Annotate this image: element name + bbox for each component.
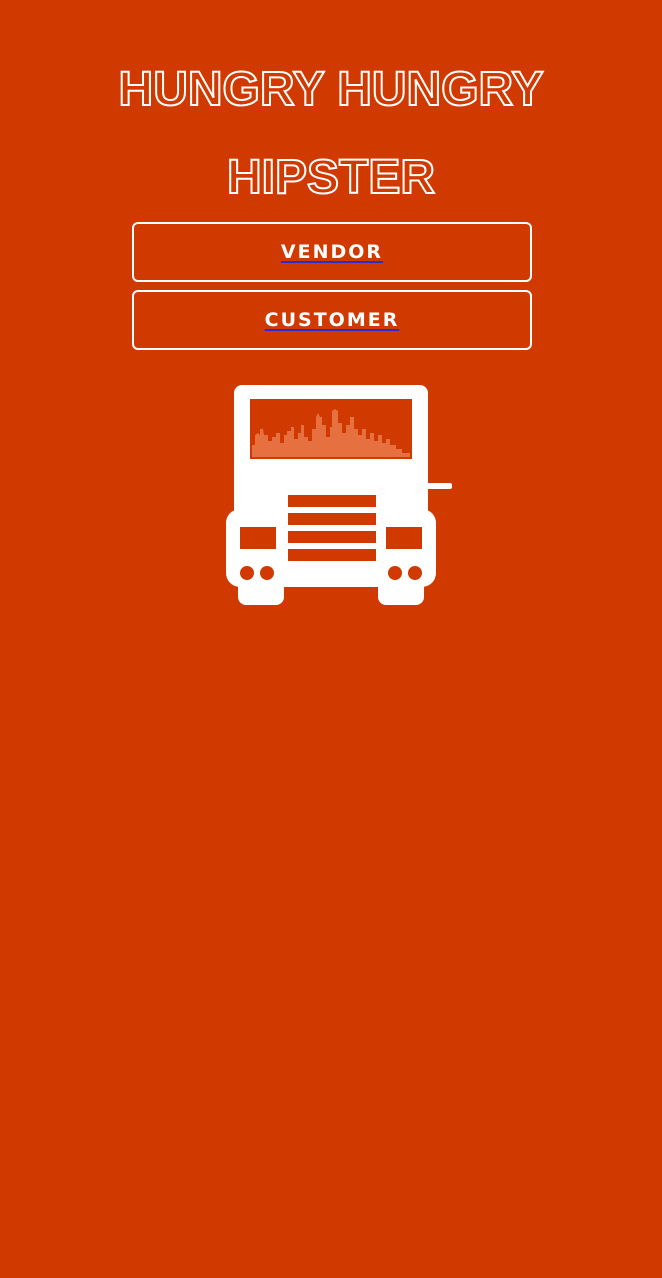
app-title: HUNGRY HUNGRY HIPSTER [0,46,662,222]
food-truck-icon [226,385,452,605]
app-title-line2: HIPSTER [226,150,436,205]
vendor-button-label: VENDOR [280,241,384,263]
customer-button-label: CUSTOMER [264,309,400,331]
app-title-line1: HUNGRY HUNGRY [118,62,545,117]
vendor-button[interactable]: VENDOR [132,222,532,282]
landing-page: HUNGRY HUNGRY HIPSTER VENDOR CUSTOMER [0,0,662,1278]
customer-button[interactable]: CUSTOMER [132,290,532,350]
